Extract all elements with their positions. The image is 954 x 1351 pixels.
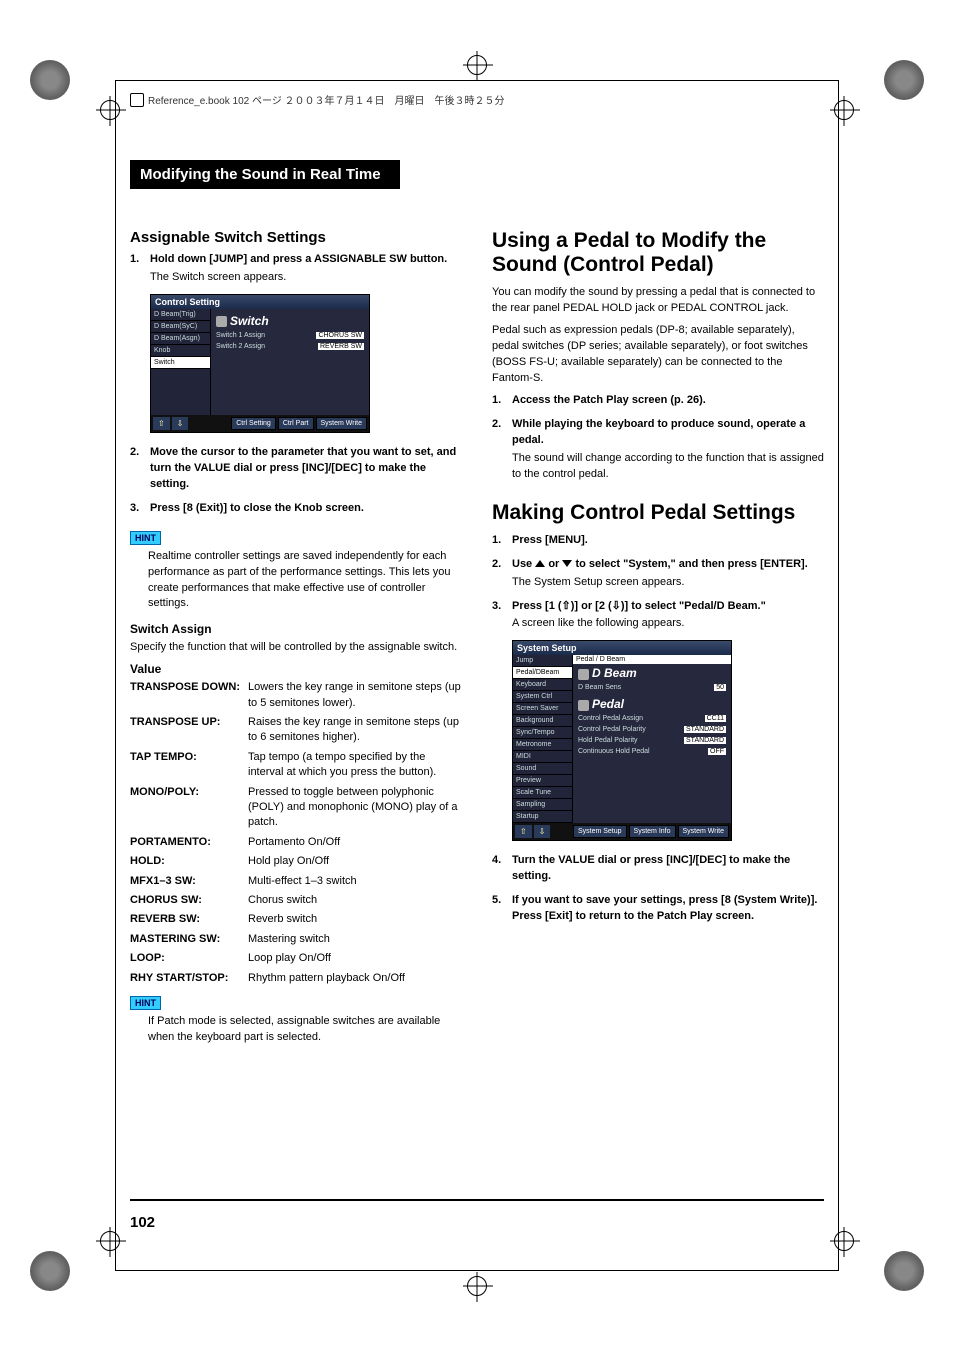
down-arrow-icon: ⇩ bbox=[534, 825, 551, 838]
up-arrow-icon: ⇧ bbox=[515, 825, 532, 838]
screenshot-titlebar: Control Setting bbox=[151, 295, 369, 309]
screenshot-main: Switch Switch 1 AssignCHORUS SW Switch 2… bbox=[211, 309, 369, 415]
screenshot-main: Pedal / D Beam D Beam D Beam Sens50 Peda… bbox=[573, 655, 731, 823]
pedal-steps-c: 4. Turn the VALUE dial or press [INC]/[D… bbox=[492, 853, 824, 925]
screenshot-footer: ⇧⇩ System Setup System Info System Write bbox=[513, 823, 731, 840]
step-b1: 1. Press [MENU]. bbox=[492, 533, 824, 549]
pedal-steps-a: 1. Access the Patch Play screen (p. 26).… bbox=[492, 393, 824, 483]
sidebar-item-active: Switch bbox=[151, 357, 210, 369]
step-1: 1. Hold down [JUMP] and press a ASSIGNAB… bbox=[130, 252, 462, 286]
sidebar-item: D Beam(Asgn) bbox=[151, 333, 210, 345]
heading-making-pedal-settings: Making Control Pedal Settings bbox=[492, 501, 824, 525]
step-a1: 1. Access the Patch Play screen (p. 26). bbox=[492, 393, 824, 409]
step-b2: 2. Use or to select "System," and then p… bbox=[492, 557, 824, 591]
pedal-intro-1: You can modify the sound by pressing a p… bbox=[492, 285, 824, 317]
pedal-steps-b: 1. Press [MENU]. 2. Use or to select "Sy… bbox=[492, 533, 824, 633]
registration-mark bbox=[467, 1276, 487, 1296]
sidebar-item: Screen Saver bbox=[513, 703, 572, 715]
hint-label: HINT bbox=[130, 531, 161, 545]
left-column: Assignable Switch Settings 1. Hold down … bbox=[130, 229, 462, 1054]
sidebar-item: Jump bbox=[513, 655, 572, 667]
pedal-intro-2: Pedal such as expression pedals (DP-8; a… bbox=[492, 323, 824, 387]
sidebar-item-active: Pedal/DBeam bbox=[513, 667, 572, 679]
crop-mark-tl bbox=[30, 60, 70, 100]
screenshot-control-setting: Control Setting D Beam(Trig) D Beam(SyC)… bbox=[150, 294, 370, 433]
step-c4: 4. Turn the VALUE dial or press [INC]/[D… bbox=[492, 853, 824, 885]
down-arrow-icon bbox=[562, 560, 572, 567]
book-icon bbox=[130, 93, 144, 107]
down-arrow-icon: ⇩ bbox=[172, 417, 189, 430]
step-b3: 3. Press [1 (⇧)] or [2 (⇩)] to select "P… bbox=[492, 599, 824, 633]
step-3: 3. Press [8 (Exit)] to close the Knob sc… bbox=[130, 501, 462, 517]
crop-mark-tr bbox=[884, 60, 924, 100]
book-header-text: Reference_e.book 102 ページ ２００３年７月１４日 月曜日 … bbox=[148, 92, 505, 107]
sidebar-item: Background bbox=[513, 715, 572, 727]
sidebar-item: D Beam(Trig) bbox=[151, 309, 210, 321]
screenshot-titlebar: System Setup bbox=[513, 641, 731, 655]
sidebar-item: Preview bbox=[513, 775, 572, 787]
screenshot-footer: ⇧⇩ Ctrl Setting Ctrl Part System Write bbox=[151, 415, 369, 432]
sidebar-item: D Beam(SyC) bbox=[151, 321, 210, 333]
screenshot-system-setup: System Setup Jump Pedal/DBeam Keyboard S… bbox=[512, 640, 732, 841]
heading-assignable-switch: Assignable Switch Settings bbox=[130, 229, 462, 246]
crop-mark-br bbox=[884, 1251, 924, 1291]
sidebar-item: Metronome bbox=[513, 739, 572, 751]
assignable-steps-cont: 2. Move the cursor to the parameter that… bbox=[130, 445, 462, 517]
sidebar-item: Sound bbox=[513, 763, 572, 775]
step-2: 2. Move the cursor to the parameter that… bbox=[130, 445, 462, 493]
pedal-icon bbox=[578, 700, 589, 711]
page-content: Modifying the Sound in Real Time Assigna… bbox=[130, 160, 824, 1211]
switch-icon bbox=[216, 316, 227, 327]
heading-value: Value bbox=[130, 662, 462, 676]
crop-mark-bl bbox=[30, 1251, 70, 1291]
hint-label-2: HINT bbox=[130, 996, 161, 1010]
sidebar-item: Sampling bbox=[513, 799, 572, 811]
step-c5: 5. If you want to save your settings, pr… bbox=[492, 893, 824, 925]
assignable-steps: 1. Hold down [JUMP] and press a ASSIGNAB… bbox=[130, 252, 462, 286]
step-a2: 2. While playing the keyboard to produce… bbox=[492, 417, 824, 483]
registration-mark bbox=[467, 55, 487, 75]
sidebar-item: System Ctrl bbox=[513, 691, 572, 703]
page-rule bbox=[130, 1199, 824, 1201]
switch-assign-desc: Specify the function that will be contro… bbox=[130, 640, 462, 656]
book-header: Reference_e.book 102 ページ ２００３年７月１４日 月曜日 … bbox=[130, 92, 505, 107]
up-arrow-icon: ⇧ bbox=[153, 417, 170, 430]
sidebar-item: Keyboard bbox=[513, 679, 572, 691]
screenshot-sidebar: D Beam(Trig) D Beam(SyC) D Beam(Asgn) Kn… bbox=[151, 309, 211, 415]
right-column: Using a Pedal to Modify the Sound (Contr… bbox=[492, 229, 824, 1054]
sidebar-item: Knob bbox=[151, 345, 210, 357]
dbeam-icon bbox=[578, 669, 589, 680]
sidebar-item: Scale Tune bbox=[513, 787, 572, 799]
sidebar-item: MIDI bbox=[513, 751, 572, 763]
value-table: TRANSPOSE DOWN:Lowers the key range in s… bbox=[130, 680, 462, 990]
screenshot-sidebar: Jump Pedal/DBeam Keyboard System Ctrl Sc… bbox=[513, 655, 573, 823]
heading-using-pedal: Using a Pedal to Modify the Sound (Contr… bbox=[492, 229, 824, 277]
hint-text: Realtime controller settings are saved i… bbox=[148, 549, 462, 613]
heading-switch-assign: Switch Assign bbox=[130, 622, 462, 636]
sidebar-item: Startup bbox=[513, 811, 572, 823]
page-number: 102 bbox=[130, 1214, 155, 1231]
up-arrow-icon bbox=[535, 560, 545, 567]
section-banner: Modifying the Sound in Real Time bbox=[130, 160, 400, 189]
hint-text-2: If Patch mode is selected, assignable sw… bbox=[148, 1014, 462, 1046]
sidebar-item: Sync/Tempo bbox=[513, 727, 572, 739]
